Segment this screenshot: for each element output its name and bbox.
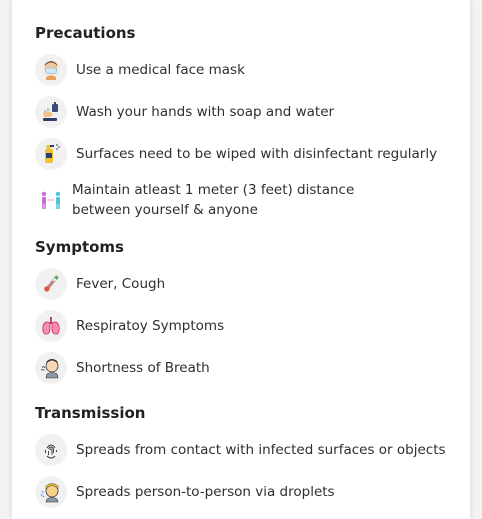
transmission-item-label: Spreads from contact with infected surfa… bbox=[76, 442, 446, 458]
transmission-heading: Transmission bbox=[35, 404, 146, 422]
face-mask-icon bbox=[35, 54, 67, 86]
precaution-item-hand-wash: Wash your hands with soap and water bbox=[35, 96, 334, 128]
disinfectant-spray-icon bbox=[35, 138, 67, 170]
hand-wash-icon bbox=[35, 96, 67, 128]
symptom-item-label: Shortness of Breath bbox=[76, 360, 210, 376]
symptom-item-label: Fever, Cough bbox=[76, 276, 166, 292]
transmission-item-droplets: Spreads person-to-person via droplets bbox=[35, 476, 335, 508]
precaution-item-label: Use a medical face mask bbox=[76, 62, 245, 78]
precaution-item-distance: Maintain atleast 1 meter (3 feet) distan… bbox=[35, 180, 412, 220]
thermometer-icon bbox=[35, 268, 67, 300]
symptom-item-label: Respiratoy Symptoms bbox=[76, 318, 225, 334]
coughing-person-icon bbox=[35, 352, 67, 384]
precaution-item-label: Wash your hands with soap and water bbox=[76, 104, 335, 120]
social-distance-icon bbox=[35, 184, 67, 216]
transmission-item-label: Spreads person-to-person via droplets bbox=[76, 484, 335, 500]
precaution-item-disinfectant: Surfaces need to be wiped with disinfect… bbox=[35, 138, 437, 170]
precautions-heading: Precautions bbox=[35, 24, 136, 42]
symptom-item-fever: Fever, Cough bbox=[35, 268, 165, 300]
info-card: Precautions Use a medical face mask Wash… bbox=[12, 0, 470, 519]
precaution-item-label: Maintain atleast 1 meter (3 feet) distan… bbox=[72, 182, 355, 218]
fingerprint-touch-icon bbox=[35, 434, 67, 466]
symptom-item-respiratory: Respiratoy Symptoms bbox=[35, 310, 224, 342]
symptom-item-breath: Shortness of Breath bbox=[35, 352, 210, 384]
sneezing-person-icon bbox=[35, 476, 67, 508]
transmission-item-surfaces: Spreads from contact with infected surfa… bbox=[35, 434, 446, 466]
precaution-item-label: Surfaces need to be wiped with disinfect… bbox=[76, 146, 438, 162]
lungs-icon bbox=[35, 310, 67, 342]
symptoms-heading: Symptoms bbox=[35, 238, 124, 256]
precaution-item-face-mask: Use a medical face mask bbox=[35, 54, 245, 86]
